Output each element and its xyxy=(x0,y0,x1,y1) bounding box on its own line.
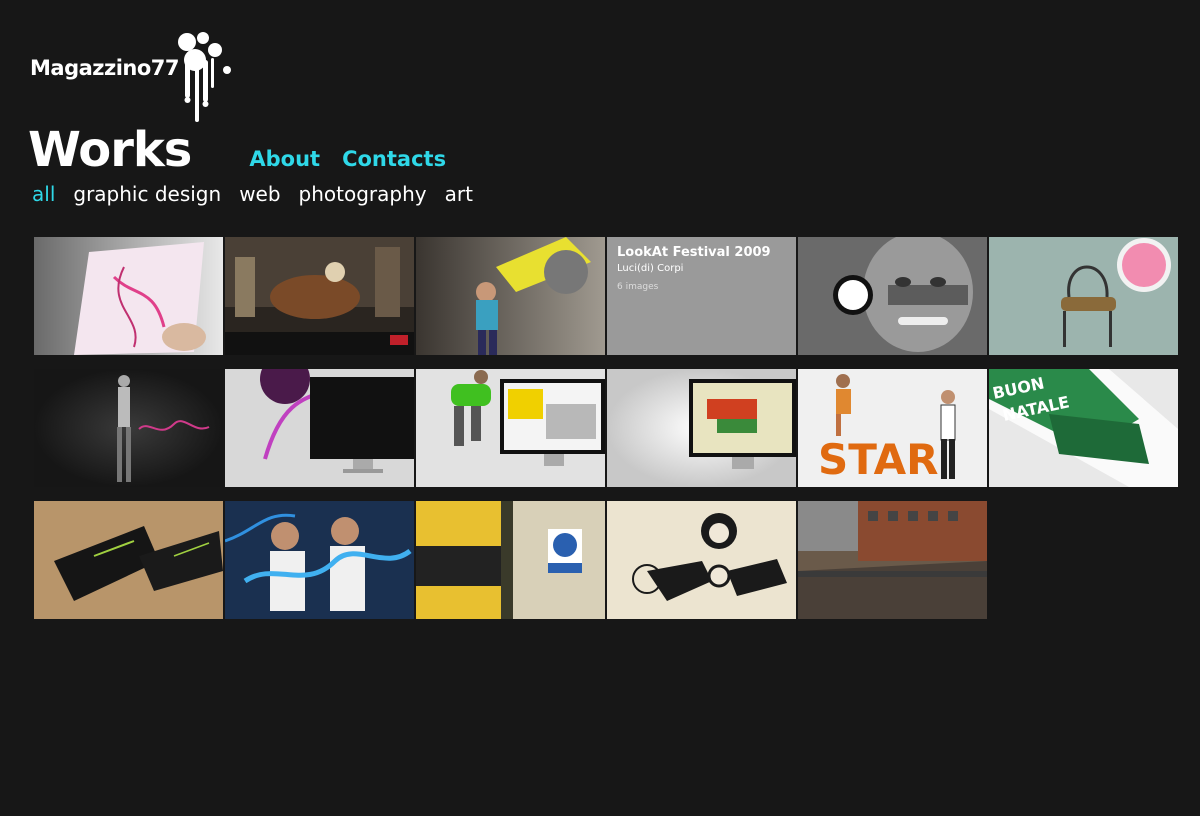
thumbnail-image xyxy=(225,237,414,355)
thumbnail-overlay: LookAt Festival 2009 Luci(di) Corpi 6 im… xyxy=(607,237,796,355)
thumbnail-image xyxy=(34,369,223,487)
nav-works-link[interactable]: Works xyxy=(28,122,192,178)
filter-web[interactable]: web xyxy=(239,182,280,206)
portfolio-thumbnail[interactable] xyxy=(416,369,605,487)
portfolio-thumbnail[interactable] xyxy=(607,501,796,619)
portfolio-thumbnail[interactable] xyxy=(34,501,223,619)
thumbnail-image xyxy=(416,237,605,355)
thumbnail-image: BUON NATALE xyxy=(989,369,1178,487)
thumbnail-image xyxy=(989,237,1178,355)
site-logo[interactable]: Magazzino77 xyxy=(30,30,235,130)
thumbnail-image xyxy=(607,501,796,619)
grid-row: LookAt Festival 2009 Luci(di) Corpi 6 im… xyxy=(34,237,1180,355)
thumbnail-image xyxy=(416,369,605,487)
portfolio-thumbnail-hover[interactable]: LookAt Festival 2009 Luci(di) Corpi 6 im… xyxy=(607,237,796,355)
grid-row xyxy=(34,501,1180,619)
portfolio-thumbnail[interactable] xyxy=(225,369,414,487)
logo-text: Magazzino77 xyxy=(30,56,180,80)
portfolio-thumbnail[interactable] xyxy=(989,237,1178,355)
logo-drip-icon xyxy=(178,32,231,122)
portfolio-thumbnail[interactable] xyxy=(34,369,223,487)
nav-about-link[interactable]: About xyxy=(249,147,320,171)
portfolio-grid: LookAt Festival 2009 Luci(di) Corpi 6 im… xyxy=(34,237,1180,633)
filter-graphic-design[interactable]: graphic design xyxy=(73,182,221,206)
portfolio-thumbnail[interactable]: STAR xyxy=(798,369,987,487)
thumbnail-image xyxy=(225,501,414,619)
overlay-subtitle: Luci(di) Corpi xyxy=(617,263,684,274)
portfolio-thumbnail[interactable] xyxy=(416,501,605,619)
portfolio-thumbnail[interactable] xyxy=(225,501,414,619)
thumbnail-image: STAR xyxy=(798,369,987,487)
filter-art[interactable]: art xyxy=(445,182,473,206)
portfolio-thumbnail[interactable] xyxy=(225,237,414,355)
category-filters: all graphic design web photography art xyxy=(32,182,491,206)
nav-contacts-link[interactable]: Contacts xyxy=(342,147,446,171)
svg-text:STAR: STAR xyxy=(818,435,938,484)
filter-photography[interactable]: photography xyxy=(299,182,427,206)
filter-all[interactable]: all xyxy=(32,182,55,206)
portfolio-thumbnail[interactable] xyxy=(607,369,796,487)
thumbnail-image xyxy=(34,237,223,355)
overlay-title: LookAt Festival 2009 xyxy=(617,245,771,260)
thumbnail-image xyxy=(798,237,987,355)
grid-row: STAR BUON NATALE xyxy=(34,369,1180,487)
thumbnail-image xyxy=(416,501,605,619)
portfolio-thumbnail[interactable]: BUON NATALE xyxy=(989,369,1178,487)
thumbnail-image xyxy=(34,501,223,619)
portfolio-thumbnail[interactable] xyxy=(416,237,605,355)
overlay-image-count: 6 images xyxy=(617,282,659,292)
main-navigation: Works About Contacts xyxy=(28,122,446,182)
portfolio-thumbnail[interactable] xyxy=(798,237,987,355)
thumbnail-image xyxy=(607,369,796,487)
portfolio-thumbnail[interactable] xyxy=(34,237,223,355)
thumbnail-image xyxy=(798,501,987,619)
portfolio-thumbnail[interactable] xyxy=(798,501,987,619)
thumbnail-image xyxy=(225,369,414,487)
